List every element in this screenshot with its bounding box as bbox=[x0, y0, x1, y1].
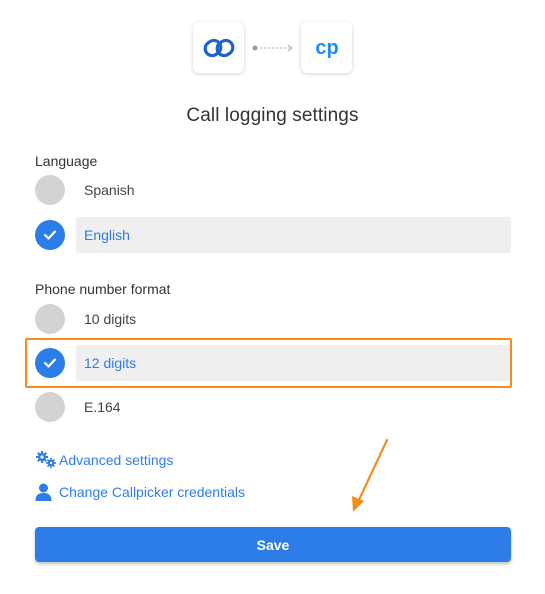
phone-format-option-e164[interactable]: E.164 bbox=[35, 389, 511, 425]
language-label: Language bbox=[35, 153, 98, 169]
language-option-english[interactable]: English bbox=[35, 217, 511, 253]
change-credentials-label: Change Callpicker credentials bbox=[59, 484, 245, 500]
zoho-logo-card bbox=[193, 22, 244, 73]
phone-format-label: Phone number format bbox=[35, 281, 171, 297]
radio-checked-icon[interactable] bbox=[35, 220, 65, 250]
option-label: 10 digits bbox=[84, 311, 137, 327]
language-option-spanish[interactable]: Spanish bbox=[35, 172, 511, 208]
dotted-arrow-icon bbox=[252, 44, 293, 52]
phone-format-option-10-digits[interactable]: 10 digits bbox=[35, 301, 511, 337]
option-label: 12 digits bbox=[76, 345, 511, 381]
callpicker-cp-icon: cp bbox=[315, 37, 338, 59]
integration-logos: cp bbox=[0, 22, 545, 74]
radio-unchecked-icon[interactable] bbox=[35, 392, 65, 422]
checkmark-icon bbox=[43, 358, 57, 368]
gears-icon bbox=[35, 451, 59, 469]
save-button[interactable]: Save bbox=[35, 527, 511, 562]
option-label: E.164 bbox=[84, 399, 121, 415]
option-label: English bbox=[76, 217, 511, 253]
change-credentials-link[interactable]: Change Callpicker credentials bbox=[35, 483, 245, 501]
user-icon bbox=[35, 483, 52, 501]
page-title: Call logging settings bbox=[186, 105, 359, 126]
phone-format-option-12-digits[interactable]: 12 digits bbox=[35, 345, 511, 381]
radio-unchecked-icon[interactable] bbox=[35, 304, 65, 334]
advanced-settings-label: Advanced settings bbox=[59, 452, 174, 468]
radio-unchecked-icon[interactable] bbox=[35, 175, 65, 205]
radio-checked-icon[interactable] bbox=[35, 348, 65, 378]
callpicker-logo-card: cp bbox=[301, 22, 352, 73]
zoho-link-icon bbox=[203, 38, 234, 57]
checkmark-icon bbox=[43, 230, 57, 240]
callpicker-logo-text: cp bbox=[315, 37, 338, 59]
annotation-arrow-icon bbox=[352, 438, 389, 512]
advanced-settings-link[interactable]: Advanced settings bbox=[35, 451, 173, 469]
option-label: Spanish bbox=[84, 182, 135, 198]
